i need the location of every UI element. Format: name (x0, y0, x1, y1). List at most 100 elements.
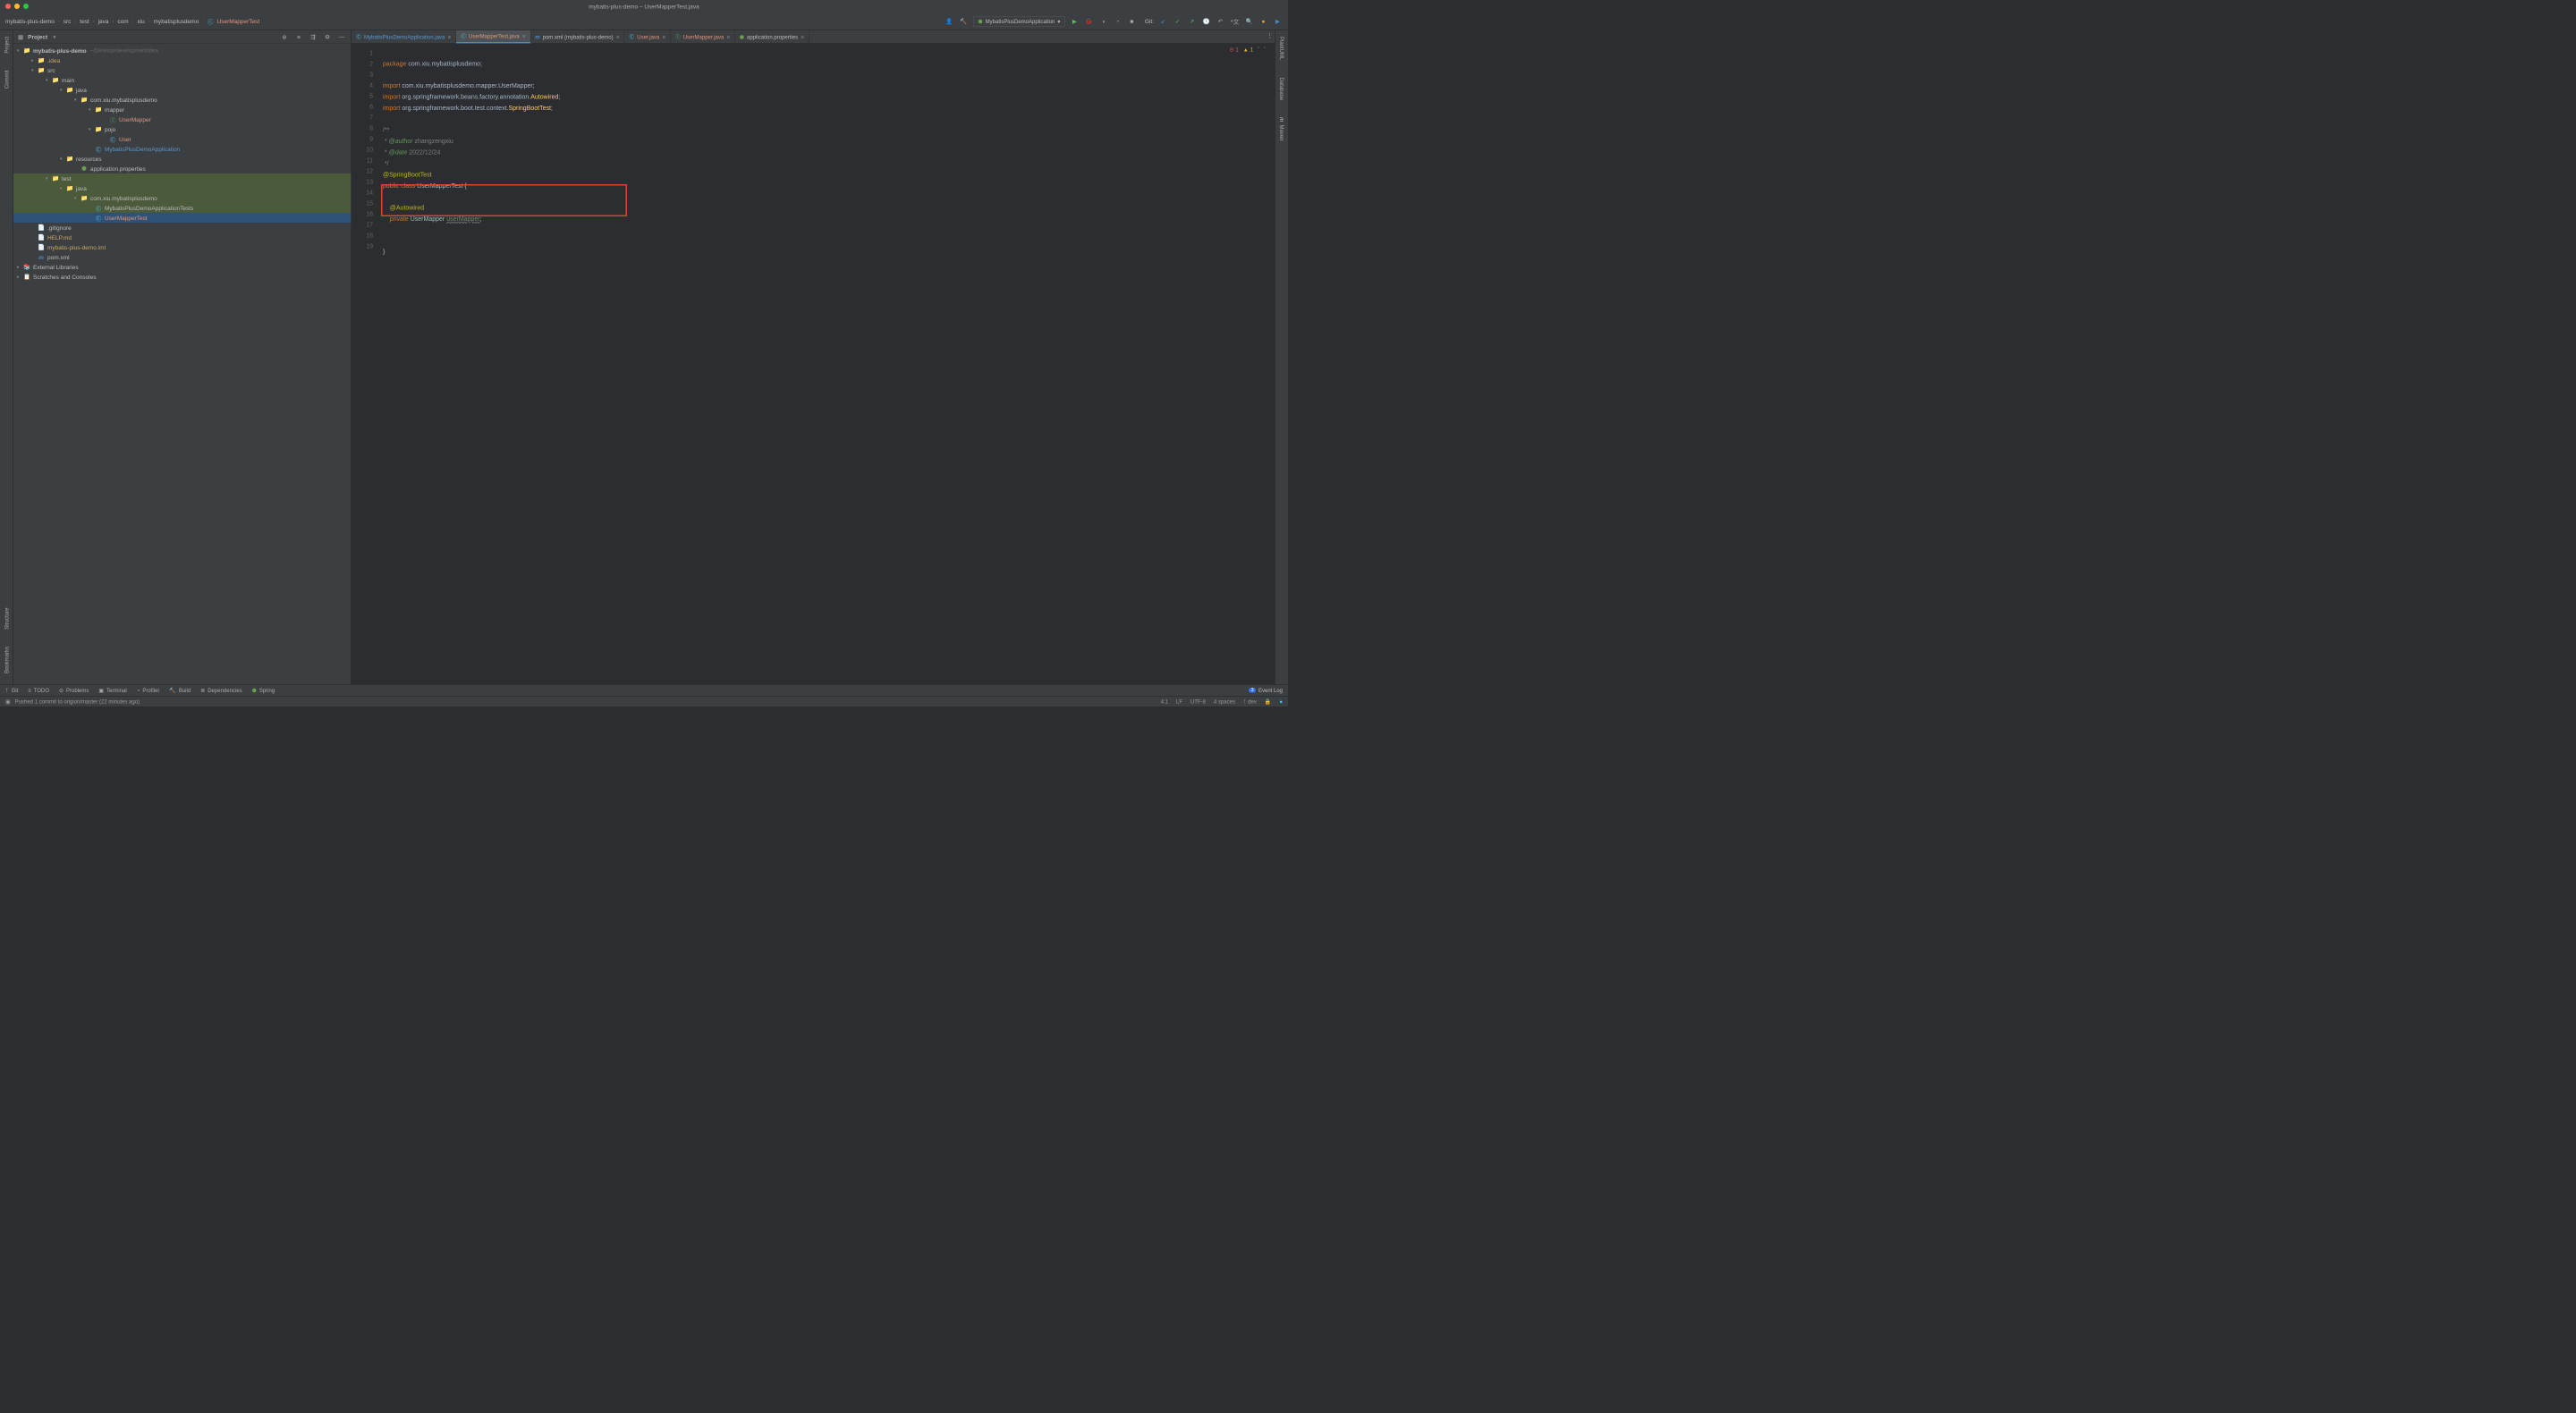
tree-item[interactable]: 📄mybatis-plus-demo.iml (13, 242, 352, 252)
tree-item[interactable]: ▾📁pojo (13, 124, 352, 134)
tree-item[interactable]: ▾📁src (13, 65, 352, 75)
run-icon[interactable]: ▶ (1070, 16, 1080, 26)
bt-build[interactable]: 🔨Build (169, 687, 191, 693)
close-icon[interactable]: × (801, 33, 804, 40)
tree-item[interactable]: ▸📚External Libraries (13, 262, 352, 272)
bc-item[interactable]: test (80, 18, 89, 25)
bc-item[interactable]: xiu (137, 18, 144, 25)
bt-todo[interactable]: ≡TODO (28, 687, 49, 693)
bc-item[interactable]: java (98, 18, 109, 25)
branch[interactable]: ᚶ dev (1243, 698, 1257, 705)
coverage-icon[interactable]: ◑ (1098, 16, 1108, 26)
bt-problems[interactable]: ⊝Problems (59, 687, 89, 693)
tab-structure[interactable]: Structure (3, 606, 11, 631)
close-icon[interactable]: × (616, 33, 620, 40)
rollback-icon[interactable]: ↶ (1216, 16, 1225, 26)
close-icon[interactable]: × (662, 33, 665, 40)
tab-database[interactable]: Database (1277, 75, 1285, 102)
tab-commit[interactable]: Commit (3, 69, 11, 91)
tab[interactable]: ⒾUserMapper.java× (671, 30, 735, 44)
tree-item[interactable]: ⒸMybatisPlusDemoApplicationTests (13, 203, 352, 213)
cursor-pos[interactable]: 4:1 (1161, 698, 1168, 705)
tree-item[interactable]: ⬢application.properties (13, 164, 352, 173)
bt-eventlog[interactable]: Event Log (1258, 687, 1283, 693)
chevron-down-icon[interactable]: ▾ (53, 33, 55, 40)
close-window[interactable] (5, 4, 11, 9)
tree-item-selected[interactable]: ⒸUserMapperTest (13, 213, 352, 223)
search-icon[interactable]: 🔍 (1244, 16, 1254, 26)
translate-icon[interactable]: ᴬ文 (1230, 16, 1240, 26)
close-icon[interactable]: × (447, 33, 451, 40)
tree-item[interactable]: ▾📁java (13, 183, 352, 193)
tree-item[interactable]: ▾📁test (13, 173, 352, 183)
bc-item[interactable]: mybatisplusdemo (154, 18, 199, 25)
tree-item[interactable]: ▸📋Scratches and Consoles (13, 272, 352, 282)
tree-item[interactable]: ⒾUserMapper (13, 114, 352, 124)
bc-item[interactable]: src (64, 18, 72, 25)
add-user-icon[interactable]: 👤 (945, 16, 954, 26)
encoding: UTF-8 (1191, 698, 1206, 705)
tab[interactable]: ⬢application.properties× (735, 30, 809, 44)
bt-terminal[interactable]: ▣Terminal (98, 687, 126, 693)
collapse-icon[interactable]: ⊕ (280, 32, 290, 42)
code-content[interactable]: package com.xiu.mybatisplusdemo; import … (378, 44, 1275, 684)
tree-item[interactable]: ▾📁main (13, 75, 352, 85)
copilot-icon[interactable]: ● (1279, 698, 1283, 705)
tab-menu-icon[interactable]: ⋮ (1265, 30, 1275, 40)
bc-item[interactable]: com (117, 18, 128, 25)
tab-project[interactable]: Project (3, 35, 11, 55)
close-icon[interactable]: × (726, 33, 730, 40)
select-opened-icon[interactable]: ⇶ (309, 32, 318, 42)
breadcrumb: mybatis-plus-demo› src› test› java› com›… (5, 17, 945, 26)
tree-item[interactable]: ▾📁com.xiu.mybatisplusdemo (13, 193, 352, 203)
bt-dependencies[interactable]: ≣Dependencies (200, 687, 242, 693)
run-config-select[interactable]: ⬢MybatisPlusDemoApplication▾ (973, 16, 1065, 27)
bc-item-current[interactable]: UserMapperTest (217, 18, 260, 25)
line-sep[interactable]: LF (1176, 698, 1182, 705)
code-editor[interactable]: 12345678910111213141516171819 package co… (352, 44, 1275, 684)
jrebel2-icon[interactable]: ▶ (1273, 16, 1283, 26)
tab-plantuml[interactable]: PlantUML (1277, 35, 1285, 62)
tree-item[interactable]: ⒸUser (13, 134, 352, 144)
maximize-window[interactable] (23, 4, 29, 9)
close-icon[interactable]: × (522, 33, 526, 40)
bc-item[interactable]: mybatis-plus-demo (5, 18, 55, 25)
minimize-window[interactable] (14, 4, 20, 9)
indent[interactable]: 4 spaces (1214, 698, 1235, 705)
bt-git[interactable]: ᚶGit (5, 687, 18, 693)
git-pull-icon[interactable]: ↙ (1158, 16, 1168, 26)
hammer-icon[interactable]: 🔨 (959, 16, 969, 26)
tree-root[interactable]: ▾📁mybatis-plus-demo~/Desktop/development… (13, 46, 352, 55)
expand-icon[interactable]: ≡ (294, 32, 304, 42)
tree-item[interactable]: ▾📁com.xiu.mybatisplusdemo (13, 95, 352, 105)
jrebel-icon[interactable]: ● (1258, 16, 1268, 26)
tree-item[interactable]: ▾📁resources (13, 154, 352, 164)
tree-item[interactable]: ▾📁mapper (13, 105, 352, 114)
tree-item[interactable]: mpom.xml (13, 252, 352, 262)
tab-bookmarks[interactable]: Bookmarks (3, 645, 11, 675)
tab[interactable]: ⒸUser.java× (624, 30, 671, 44)
bt-spring[interactable]: ⬢Spring (252, 687, 275, 693)
toolbar: mybatis-plus-demo› src› test› java› com›… (0, 13, 1288, 30)
gear-icon[interactable]: ⚙ (323, 32, 333, 42)
tree-item[interactable]: ⒸMybatisPlusDemoApplication (13, 144, 352, 154)
git-push-icon[interactable]: ↗ (1187, 16, 1197, 26)
history-icon[interactable]: 🕓 (1201, 16, 1211, 26)
bt-profiler[interactable]: ◔Profiler (137, 687, 160, 693)
status-icon[interactable]: ▣ (5, 698, 11, 705)
tree-item[interactable]: ▸📁.idea (13, 55, 352, 65)
tab-maven[interactable]: mMaven (1277, 115, 1285, 142)
tab[interactable]: ⒸMybatisPlusDemoApplication.java× (352, 30, 456, 44)
tree-item[interactable]: 📄HELP.md (13, 233, 352, 242)
tab-active[interactable]: ⒸUserMapperTest.java× (456, 30, 530, 44)
inspection-indicators[interactable]: ⊝1 ▲1 ˆˇ (1229, 47, 1266, 53)
tree-item[interactable]: ▾📁java (13, 85, 352, 95)
profile-icon[interactable]: ◔ (1113, 16, 1123, 26)
tree-item[interactable]: 📄.gitignore (13, 223, 352, 233)
hide-icon[interactable]: — (337, 32, 347, 42)
lock-icon[interactable]: 🔒 (1265, 698, 1271, 705)
stop-icon[interactable]: ■ (1127, 16, 1137, 26)
tab[interactable]: mpom.xml (mybatis-plus-demo)× (530, 30, 624, 44)
debug-icon[interactable]: 🐞 (1084, 16, 1094, 26)
git-commit-icon[interactable]: ✓ (1173, 16, 1182, 26)
